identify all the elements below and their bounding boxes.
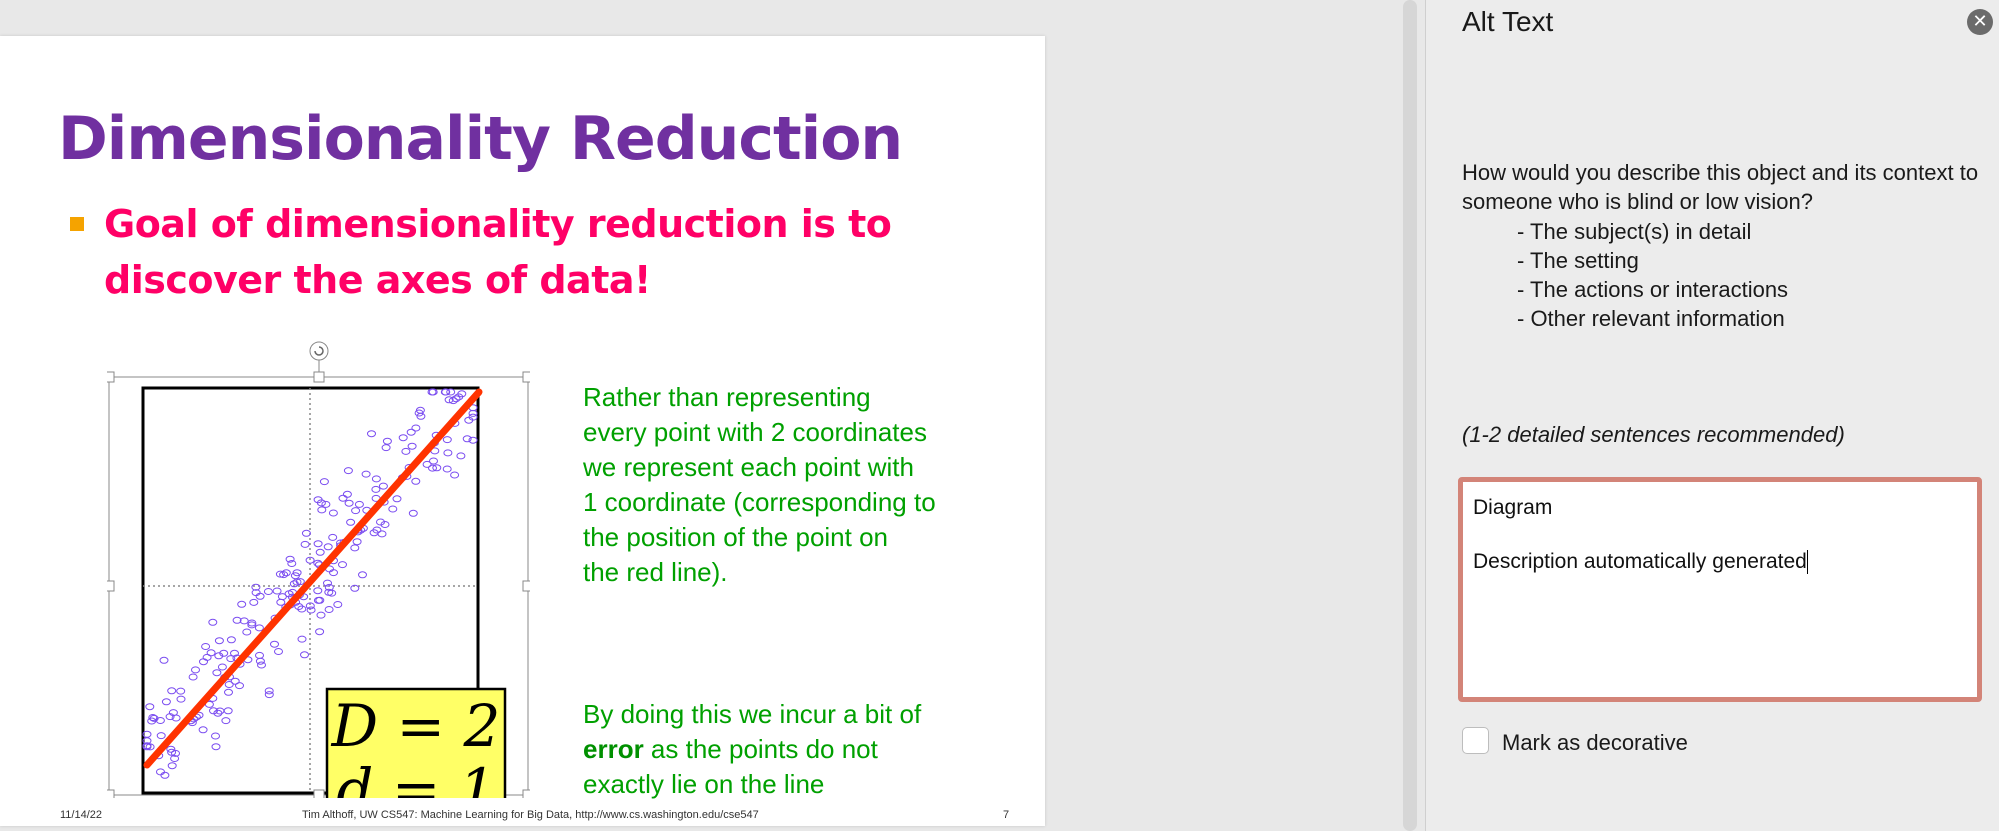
text-line: By doing this we incur a bit of xyxy=(583,699,922,729)
tip-item: - The setting xyxy=(1517,248,1639,273)
mark-decorative-checkbox[interactable] xyxy=(1462,727,1489,754)
mark-decorative-label[interactable]: Mark as decorative xyxy=(1502,730,1688,756)
alt-text-input[interactable]: Diagram Description automatically genera… xyxy=(1458,477,1982,702)
label-d: d = 1 xyxy=(336,756,496,798)
footer-page-number: 7 xyxy=(1003,809,1010,821)
tip-item: - The subject(s) in detail xyxy=(1517,219,1752,244)
text-line: the position of the point on xyxy=(583,522,889,552)
text-line: the red line). xyxy=(583,557,728,587)
text-line: Rather than representing xyxy=(583,382,871,412)
footer-date: 11/14/22 xyxy=(60,809,103,821)
slide[interactable]: Dimensionality Reduction Goal of dimensi… xyxy=(0,36,1045,826)
alt-text-content: Description automatically generated xyxy=(1473,550,1807,573)
slide-title[interactable]: Dimensionality Reduction xyxy=(58,104,903,174)
tip-item: - Other relevant information xyxy=(1517,306,1785,331)
vertical-scrollbar[interactable] xyxy=(1403,0,1417,831)
error-paragraph[interactable]: By doing this we incur a bit of error as… xyxy=(583,697,921,802)
rotate-handle-icon xyxy=(309,341,329,361)
recommendation-note: (1-2 detailed sentences recommended) xyxy=(1462,422,1845,447)
text-line: 1 coordinate (corresponding to xyxy=(583,487,936,517)
alt-text-line: Diagram xyxy=(1473,496,1553,519)
selected-figure[interactable]: D = 2 d = 1 xyxy=(107,340,530,798)
text-line: error as the points do not xyxy=(583,732,921,767)
text-line: every point with 2 coordinates xyxy=(583,417,927,447)
slide-canvas: Dimensionality Reduction Goal of dimensi… xyxy=(0,0,1400,831)
tip-item: - The actions or interactions xyxy=(1517,277,1789,302)
alt-text-line: Description automatically generated xyxy=(1473,550,1808,575)
figure-graphic: D = 2 d = 1 xyxy=(107,341,530,798)
footer-credit: Tim Althoff, UW CS547: Machine Learning … xyxy=(302,809,759,821)
text-caret xyxy=(1806,550,1808,575)
bullet-marker xyxy=(70,217,84,231)
close-icon[interactable]: ✕ xyxy=(1967,9,1993,35)
label-D: D = 2 xyxy=(331,692,501,760)
bullet-text[interactable]: Goal of dimensionality reduction is to xyxy=(104,202,892,246)
bullet-text[interactable]: discover the axes of data! xyxy=(104,258,651,302)
text-fragment: as the points do not xyxy=(643,734,878,764)
alt-text-pane: Alt Text ✕ How would you describe this o… xyxy=(1426,0,1999,831)
pane-question: How would you describe this object and i… xyxy=(1462,160,1979,214)
bold-word: error xyxy=(583,734,644,764)
text-line: exactly lie on the line xyxy=(583,769,825,799)
text-line: we represent each point with xyxy=(583,452,914,482)
explanation-paragraph[interactable]: Rather than representing every point wit… xyxy=(583,380,936,590)
pane-title: Alt Text xyxy=(1462,6,1554,37)
